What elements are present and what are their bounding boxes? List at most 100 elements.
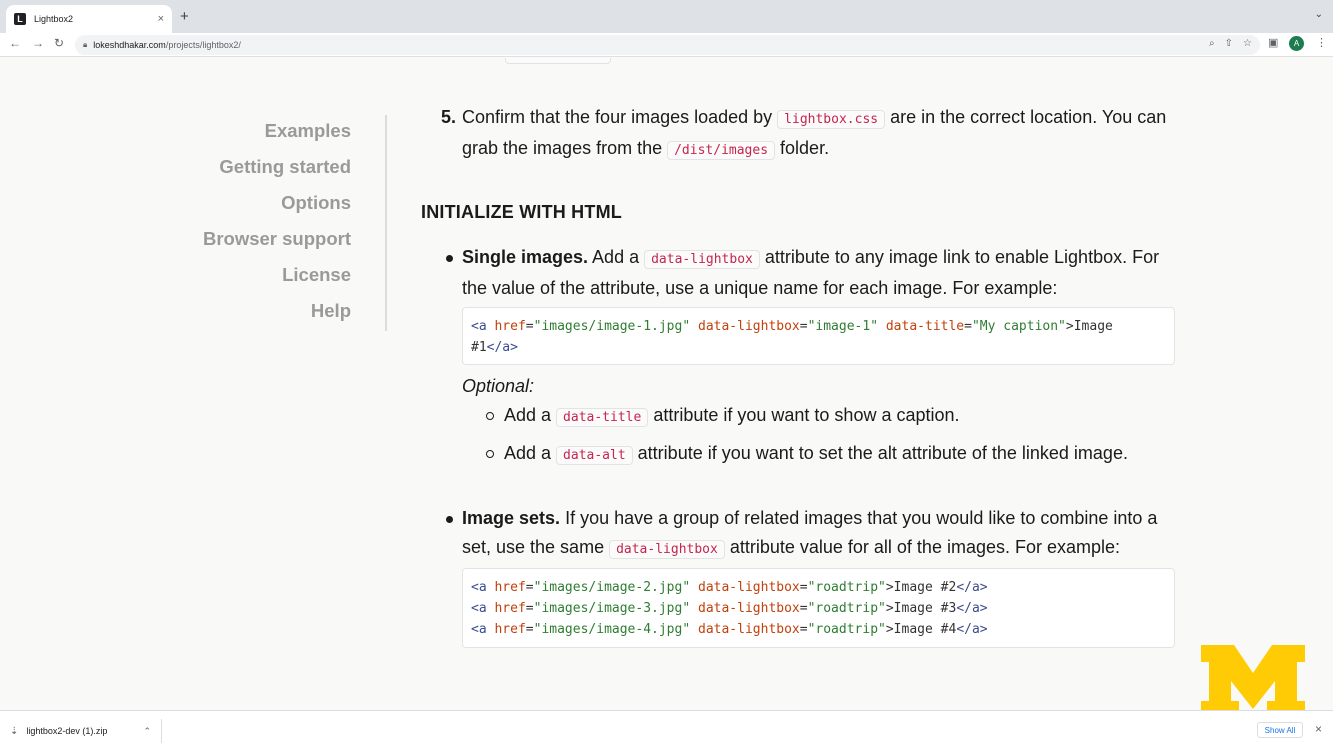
step-text: Confirm that the four images loaded by l… bbox=[462, 103, 1177, 165]
section-heading: INITIALIZE WITH HTML bbox=[421, 202, 622, 222]
new-tab-icon[interactable]: + bbox=[180, 8, 189, 25]
download-filename: lightbox2-dev (1).zip bbox=[26, 726, 108, 736]
back-arrow-icon[interactable]: ← bbox=[9, 36, 21, 50]
code-token: "My caption" bbox=[971, 319, 1066, 334]
code-token: data-lightbox bbox=[698, 622, 800, 637]
code-token: <a bbox=[471, 580, 487, 595]
bold-label: Image sets. bbox=[462, 508, 561, 528]
text: Add a bbox=[504, 443, 557, 463]
show-all-button[interactable]: Show All bbox=[1257, 722, 1303, 738]
inline-code-lightbox-css: lightbox.css bbox=[777, 110, 886, 129]
code-token: </a> bbox=[956, 580, 988, 595]
code-token: </a> bbox=[956, 622, 988, 637]
code-token: <a bbox=[471, 622, 487, 637]
optional-label: Optional: bbox=[462, 376, 535, 396]
code-block-single: <a href="images/image-1.jpg" data-lightb… bbox=[462, 307, 1175, 365]
nav-link-examples[interactable]: Examples bbox=[203, 120, 351, 156]
code-token: >Image #2 bbox=[885, 580, 957, 595]
close-tab-icon[interactable]: × bbox=[158, 13, 164, 25]
circle-bullet-icon bbox=[486, 412, 494, 420]
code-token: >Image #3 bbox=[885, 601, 957, 616]
share-icon[interactable]: ⇧ bbox=[1225, 38, 1233, 49]
url-path: /projects/lightbox2/ bbox=[165, 40, 241, 50]
tab-bar: L Lightbox2 × + ⌄ bbox=[0, 0, 1333, 33]
text: attribute if you want to set the alt att… bbox=[632, 443, 1128, 463]
text: Confirm that the four images loaded by bbox=[462, 107, 778, 127]
inline-code-dist-images: /dist/images bbox=[667, 141, 776, 160]
code-line: <a href="images/image-2.jpg" data-lightb… bbox=[471, 580, 988, 595]
code-token: </a> bbox=[956, 601, 988, 616]
chevron-up-icon[interactable]: ⌃ bbox=[143, 726, 151, 737]
code-token: >Image #4 bbox=[885, 622, 957, 637]
chevron-down-icon[interactable]: ⌄ bbox=[1315, 9, 1323, 20]
code-token: data-lightbox bbox=[698, 580, 800, 595]
circle-bullet-icon bbox=[486, 450, 494, 458]
bold-label: Single images. bbox=[462, 247, 589, 267]
inline-code-data-title: data-title bbox=[556, 408, 649, 427]
michigan-block-m-logo bbox=[1201, 645, 1305, 718]
code-token: data-lightbox bbox=[698, 601, 800, 616]
lock-icon: 🔒︎ bbox=[83, 40, 88, 49]
code-line: <a href="images/image-4.jpg" data-lightb… bbox=[471, 622, 988, 637]
code-token: "images/image-3.jpg" bbox=[533, 601, 691, 616]
code-token: "images/image-2.jpg" bbox=[533, 580, 691, 595]
code-token: <a bbox=[471, 601, 487, 616]
sub-text: Add a data-alt attribute if you want to … bbox=[504, 439, 1184, 470]
code-token: >Image bbox=[1065, 319, 1113, 334]
profile-avatar[interactable]: A bbox=[1289, 36, 1304, 51]
download-item[interactable]: ⇣ lightbox2-dev (1).zip ⌃ bbox=[10, 719, 162, 743]
code-token: "images/image-4.jpg" bbox=[533, 622, 691, 637]
code-token: "images/image-1.jpg" bbox=[533, 319, 691, 334]
text: attribute value for all of the images. F… bbox=[724, 537, 1121, 557]
code-token: "roadtrip" bbox=[807, 601, 886, 616]
inline-code-data-lightbox: data-lightbox bbox=[644, 250, 760, 269]
sub-text: Add a data-title attribute if you want t… bbox=[504, 401, 1184, 432]
code-line: <a href="images/image-3.jpg" data-lightb… bbox=[471, 601, 988, 616]
download-bar: ⇣ lightbox2-dev (1).zip ⌃ Show All × bbox=[0, 710, 1333, 750]
address-bar[interactable]: 🔒︎ lokeshdhakar.com /projects/lightbox2/… bbox=[75, 35, 1260, 55]
side-navigation: Examples Getting started Options Browser… bbox=[203, 120, 351, 336]
nav-link-help[interactable]: Help bbox=[203, 300, 351, 336]
lightbox-favicon-icon: L bbox=[14, 13, 26, 25]
nav-link-license[interactable]: License bbox=[203, 264, 351, 300]
code-token: href bbox=[494, 580, 526, 595]
bullet-text: Single images. Add a data-lightbox attri… bbox=[462, 243, 1182, 303]
code-token: <a bbox=[471, 319, 487, 334]
code-token: href bbox=[494, 622, 526, 637]
nav-link-getting-started[interactable]: Getting started bbox=[203, 156, 351, 192]
code-token: #1 bbox=[471, 340, 487, 355]
sidenav-divider bbox=[385, 115, 387, 331]
bullet-icon bbox=[446, 255, 453, 262]
code-token: data-title bbox=[885, 319, 965, 334]
code-token: </a> bbox=[486, 340, 518, 355]
code-token: "roadtrip" bbox=[807, 622, 886, 637]
text: attribute if you want to show a caption. bbox=[648, 405, 960, 425]
code-token: href bbox=[494, 601, 526, 616]
browser-toolbar: ← → ↻ 🔒︎ lokeshdhakar.com /projects/ligh… bbox=[0, 33, 1333, 57]
bookmark-star-icon[interactable]: ☆ bbox=[1243, 38, 1252, 49]
code-snippet-fragment bbox=[505, 58, 611, 64]
nav-link-options[interactable]: Options bbox=[203, 192, 351, 228]
text: folder. bbox=[775, 138, 830, 158]
close-icon[interactable]: × bbox=[1315, 722, 1322, 736]
browser-tab[interactable]: L Lightbox2 × bbox=[6, 5, 172, 33]
url-host: lokeshdhakar.com bbox=[93, 40, 166, 50]
code-token: href bbox=[494, 319, 526, 334]
page-content: Examples Getting started Options Browser… bbox=[0, 58, 1333, 710]
inline-code-data-lightbox: data-lightbox bbox=[609, 540, 725, 559]
text: Add a bbox=[504, 405, 557, 425]
nav-link-browser-support[interactable]: Browser support bbox=[203, 228, 351, 264]
side-panel-icon[interactable]: ▣ bbox=[1268, 36, 1278, 49]
block-m-shape bbox=[1201, 645, 1305, 718]
zip-file-icon: ⇣ bbox=[10, 725, 19, 737]
reload-icon[interactable]: ↻ bbox=[54, 36, 64, 50]
forward-arrow-icon[interactable]: → bbox=[32, 36, 44, 50]
tab-title: Lightbox2 bbox=[34, 14, 74, 24]
bullet-icon bbox=[446, 516, 453, 523]
zoom-icon[interactable]: ⌕ bbox=[1209, 38, 1215, 49]
bullet-text: Image sets. If you have a group of relat… bbox=[462, 504, 1182, 564]
code-block-sets: <a href="images/image-2.jpg" data-lightb… bbox=[462, 568, 1175, 648]
menu-kebab-icon[interactable]: ⋮ bbox=[1316, 36, 1327, 49]
code-token: "image-1" bbox=[807, 319, 879, 334]
inline-code-data-alt: data-alt bbox=[556, 446, 633, 465]
